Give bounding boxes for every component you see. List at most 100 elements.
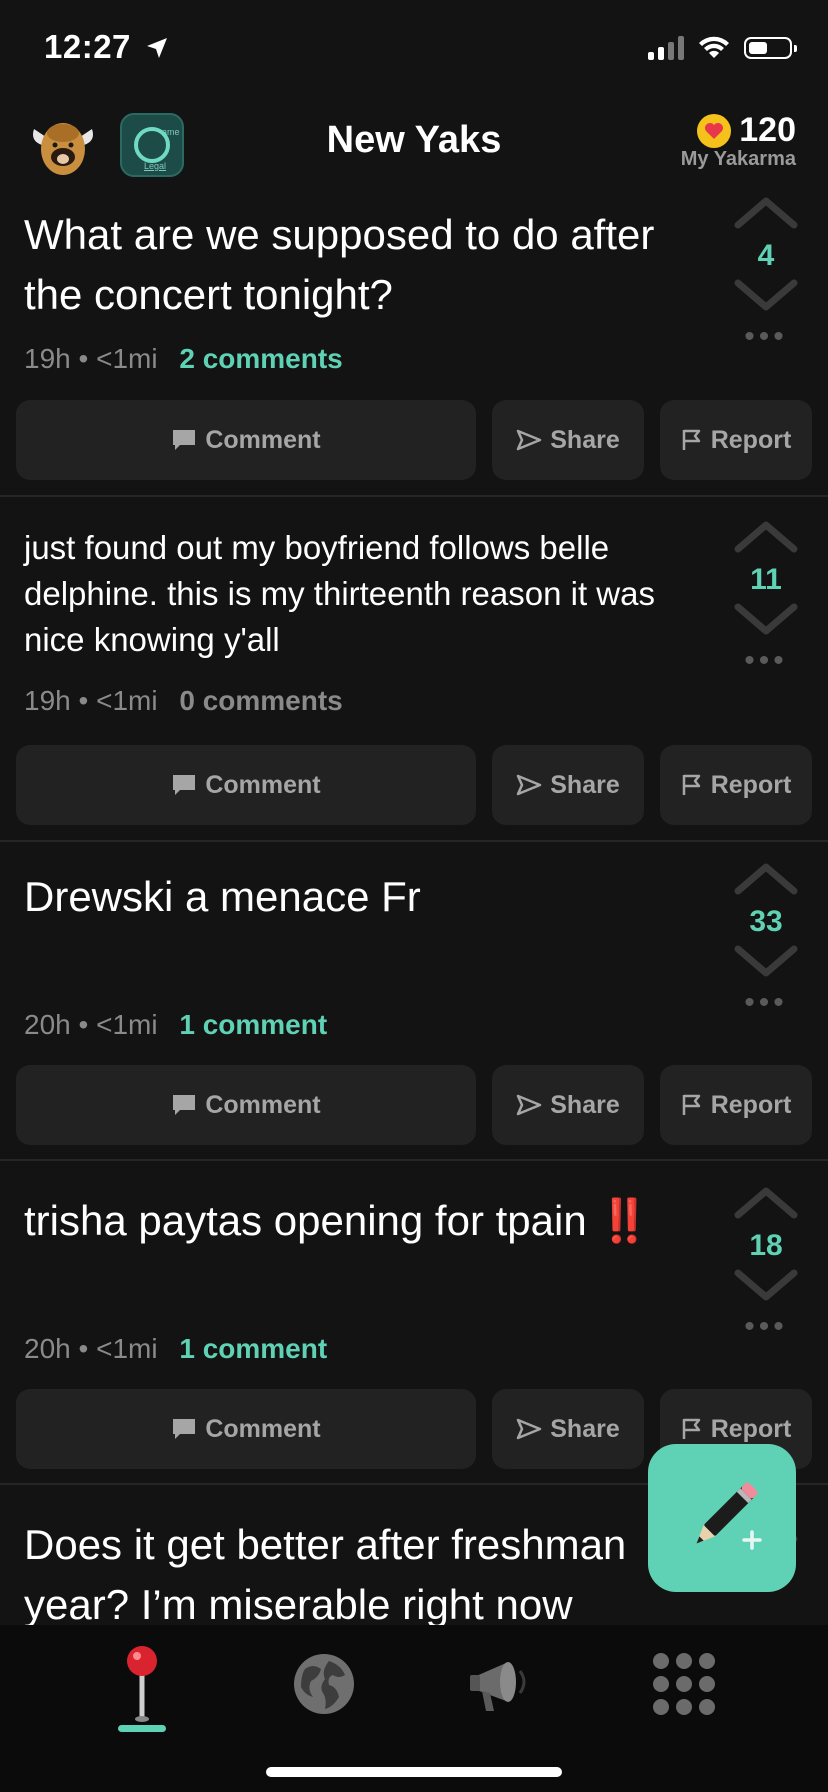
post-meta: 20h • <1mi 1 comment [24, 1333, 328, 1364]
comments-link[interactable]: 2 comments [179, 343, 342, 374]
comment-bubble-icon [173, 1095, 196, 1115]
post-divider [0, 1159, 828, 1161]
upvote-chevron-icon[interactable] [734, 519, 798, 553]
comment-label: Comment [205, 770, 321, 799]
tab-notifications[interactable] [459, 1639, 549, 1729]
vote-count: 18 [749, 1229, 783, 1262]
post-meta: 19h • <1mi 2 comments [24, 343, 343, 374]
comment-bubble-icon [173, 430, 196, 450]
share-button[interactable]: Share [492, 745, 644, 825]
herd-icon-text-bottom: Legal [144, 161, 167, 171]
report-flag-icon [682, 429, 700, 450]
share-send-icon [517, 429, 542, 451]
comment-button[interactable]: Comment [16, 745, 476, 825]
compose-button[interactable] [648, 1444, 796, 1592]
joystick-icon [127, 1646, 157, 1722]
heart-icon [697, 113, 732, 148]
share-send-icon [517, 1094, 542, 1116]
post-meta: 20h • <1mi 1 comment [24, 1009, 328, 1040]
share-button[interactable]: Share [492, 400, 644, 480]
report-label: Report [710, 770, 792, 799]
header: ame Legal New Yaks 120 My Yakarma [0, 105, 828, 195]
more-options-icon[interactable]: ••• [726, 988, 806, 1018]
report-label: Report [710, 1090, 792, 1119]
post-distance: <1mi [96, 685, 158, 716]
report-flag-icon [682, 1094, 700, 1115]
report-flag-icon [682, 774, 700, 795]
downvote-chevron-icon[interactable] [734, 1269, 798, 1303]
report-label: Report [710, 1414, 792, 1443]
double-exclamation-emoji: ‼️ [598, 1197, 651, 1244]
grid-icon [653, 1653, 715, 1715]
post-actions: Comment Share Report [16, 745, 812, 825]
post-distance: <1mi [96, 343, 158, 374]
report-flag-icon [682, 1418, 700, 1439]
tab-feed[interactable] [97, 1639, 187, 1729]
share-label: Share [550, 1090, 620, 1119]
comment-button[interactable]: Comment [16, 1389, 476, 1469]
vote-control: 33 ••• [726, 861, 806, 1018]
vote-control: 11 ••• [726, 519, 806, 676]
home-indicator[interactable] [266, 1767, 562, 1777]
share-button[interactable]: Share [492, 1389, 644, 1469]
tab-bar [0, 1625, 828, 1792]
location-arrow-icon [146, 38, 167, 58]
post-time: 19h [24, 685, 71, 716]
yakarma-label: My Yakarma [680, 148, 796, 170]
downvote-chevron-icon[interactable] [734, 945, 798, 979]
comment-button[interactable]: Comment [16, 1065, 476, 1145]
battery-icon [744, 37, 797, 59]
vote-count: 33 [749, 905, 783, 938]
downvote-chevron-icon[interactable] [734, 603, 798, 637]
more-options-icon[interactable]: ••• [726, 646, 806, 676]
share-label: Share [550, 1414, 620, 1443]
comments-link[interactable]: 1 comment [179, 1333, 327, 1364]
tab-more[interactable] [639, 1639, 729, 1729]
active-tab-indicator [118, 1725, 166, 1732]
share-label: Share [550, 425, 620, 454]
post-divider [0, 495, 828, 497]
share-label: Share [550, 770, 620, 799]
tab-explore[interactable] [279, 1639, 369, 1729]
megaphone-icon [470, 1662, 526, 1711]
report-button[interactable]: Report [660, 400, 812, 480]
comments-link[interactable]: 1 comment [179, 1009, 327, 1040]
comment-bubble-icon [173, 1419, 196, 1439]
post-meta: 19h • <1mi 0 comments [24, 685, 343, 716]
vote-count: 4 [757, 239, 775, 272]
report-button[interactable]: Report [660, 745, 812, 825]
vote-count: 11 [750, 563, 782, 596]
status-indicators [648, 36, 797, 60]
status-bar: 12:27 [0, 0, 828, 100]
post-actions: Comment Share Report [16, 1065, 812, 1145]
comment-bubble-icon [173, 775, 196, 795]
post-text: What are we supposed to do after the con… [24, 211, 655, 318]
comment-label: Comment [205, 425, 321, 454]
downvote-chevron-icon[interactable] [734, 279, 798, 313]
post-text: Does it get better after freshman year? … [24, 1521, 627, 1625]
report-label: Report [710, 425, 792, 454]
comments-link[interactable]: 0 comments [179, 685, 342, 716]
post-distance: <1mi [96, 1333, 158, 1364]
status-time: 12:27 [44, 28, 169, 66]
wifi-icon [699, 36, 729, 58]
post-time: 20h [24, 1009, 71, 1040]
feed[interactable]: What are we supposed to do after the con… [0, 195, 828, 1625]
comment-button[interactable]: Comment [16, 400, 476, 480]
upvote-chevron-icon[interactable] [734, 1185, 798, 1219]
time-text: 12:27 [44, 28, 131, 65]
comment-label: Comment [205, 1090, 321, 1119]
upvote-chevron-icon[interactable] [734, 195, 798, 229]
post-text: just found out my boyfriend follows bell… [24, 529, 655, 658]
post-time: 19h [24, 343, 71, 374]
share-send-icon [517, 1418, 542, 1440]
share-button[interactable]: Share [492, 1065, 644, 1145]
report-button[interactable]: Report [660, 1065, 812, 1145]
post-text: trisha paytas opening for tpain ‼️ [24, 1191, 714, 1251]
yakarma[interactable]: 120 My Yakarma [681, 111, 796, 171]
more-options-icon[interactable]: ••• [726, 1312, 806, 1342]
cellular-signal-icon [648, 36, 684, 60]
upvote-chevron-icon[interactable] [734, 861, 798, 895]
more-options-icon[interactable]: ••• [726, 322, 806, 352]
app-screen: 12:27 ame Legal New Yaks 120 My Yakarma … [0, 0, 828, 1792]
